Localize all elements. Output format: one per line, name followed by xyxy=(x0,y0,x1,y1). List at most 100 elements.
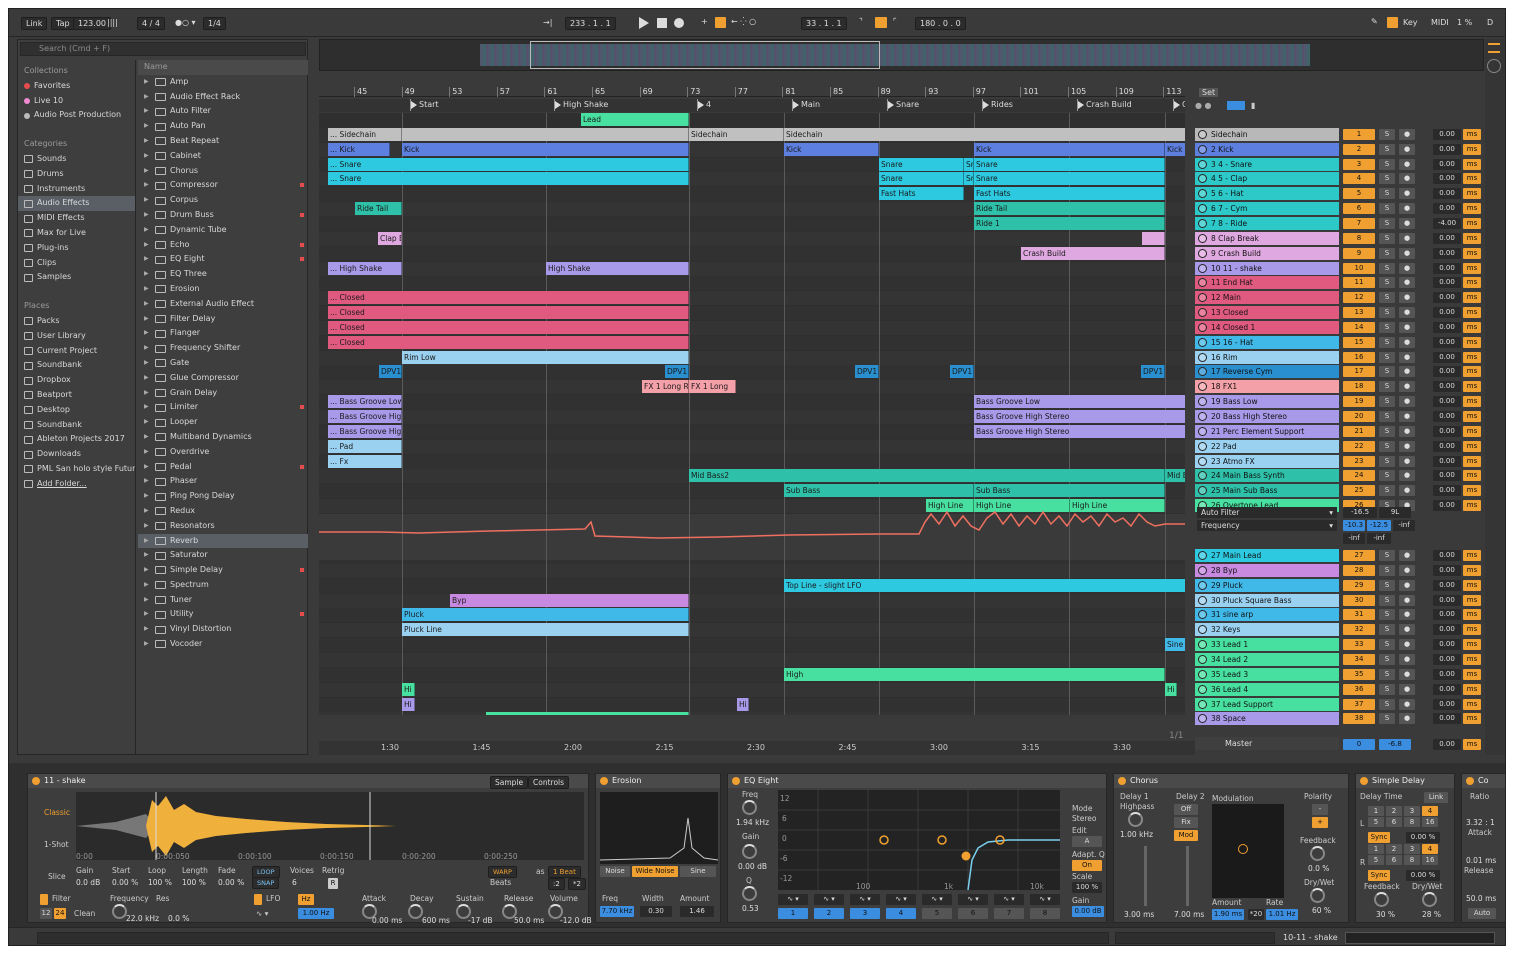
track-header[interactable]: 20 Bass High Stereo xyxy=(1195,410,1339,423)
sidebar-place-item[interactable]: Packs xyxy=(18,314,135,329)
arm-button[interactable]: ● xyxy=(1399,351,1415,363)
expand-icon[interactable]: ▶ xyxy=(144,252,151,267)
ms-button[interactable]: ms xyxy=(1463,188,1481,200)
track-volume[interactable]: 0.00 xyxy=(1433,455,1461,467)
lfo-rate[interactable]: 1.00 Hz xyxy=(298,908,334,919)
track-lane[interactable] xyxy=(319,454,1195,469)
expand-icon[interactable]: ▶ xyxy=(144,119,151,134)
arm-button[interactable]: ● xyxy=(1399,594,1415,606)
sidebar-category-item[interactable]: Drums xyxy=(18,167,135,182)
clip[interactable]: Sub Bass xyxy=(784,484,974,498)
modulation-xy[interactable] xyxy=(1212,804,1284,898)
track-activator[interactable]: 3 xyxy=(1343,158,1375,170)
solo-button[interactable]: S xyxy=(1379,366,1395,378)
track-lane[interactable] xyxy=(319,365,1195,380)
track-volume[interactable]: 0.00 xyxy=(1433,594,1461,606)
track-fold-icon[interactable] xyxy=(1198,565,1207,575)
arm-button[interactable]: ● xyxy=(1399,639,1415,651)
track-volume[interactable]: 0.00 xyxy=(1433,351,1461,363)
arm-button[interactable]: ● xyxy=(1399,128,1415,140)
solo-button[interactable]: S xyxy=(1379,247,1395,259)
delay-link[interactable]: Link xyxy=(1424,792,1448,803)
play-icon[interactable] xyxy=(639,17,649,29)
arm-button[interactable]: ● xyxy=(1399,262,1415,274)
menu-icon[interactable] xyxy=(1488,43,1500,53)
ms-button[interactable]: ms xyxy=(1463,307,1481,319)
eq-band-shape[interactable]: ∿ ▾ xyxy=(1030,894,1060,905)
track-activator[interactable]: 10 xyxy=(1343,262,1375,274)
ms-button[interactable]: ms xyxy=(1463,292,1481,304)
arm-button[interactable]: ● xyxy=(1399,455,1415,467)
clip[interactable]: Ride 1 xyxy=(974,216,1165,230)
highpass-knob[interactable] xyxy=(1128,812,1143,827)
delay-beat-button[interactable]: 1 xyxy=(1368,806,1384,816)
track-volume[interactable]: 0.00 xyxy=(1433,232,1461,244)
delay-sync-l[interactable]: Sync xyxy=(1368,832,1390,843)
sidebar-place-item[interactable]: PML San holo style Future xyxy=(18,462,135,477)
ms-button[interactable]: ms xyxy=(1463,639,1481,651)
track-fold-icon[interactable] xyxy=(1198,218,1207,228)
track-fold-icon[interactable] xyxy=(1198,412,1207,421)
expand-icon[interactable]: ▶ xyxy=(144,430,151,445)
arm-button[interactable]: ● xyxy=(1399,411,1415,422)
browser-item[interactable]: ▶ Cabinet xyxy=(138,149,308,164)
ms-button[interactable]: ms xyxy=(1463,203,1481,215)
loop-length-field[interactable]: 180 . 0 . 0 xyxy=(915,17,966,30)
ms-button[interactable]: ms xyxy=(1463,277,1481,289)
track-lane[interactable] xyxy=(319,439,1195,454)
solo-button[interactable]: S xyxy=(1379,698,1395,710)
track-activator[interactable]: 12 xyxy=(1343,292,1375,304)
browser-item[interactable]: ▶ External Audio Effect xyxy=(138,297,308,312)
eq-graph[interactable] xyxy=(778,790,1060,891)
browser-item[interactable]: ▶ Reverb xyxy=(138,533,308,549)
clip[interactable]: Pluck Line xyxy=(402,623,689,637)
chorus-drywet-knob[interactable] xyxy=(1310,888,1325,903)
ms-button[interactable]: ms xyxy=(1463,594,1481,606)
track-fold-icon[interactable] xyxy=(1198,263,1207,273)
browser-item[interactable]: ▶ Amp xyxy=(138,75,308,90)
delay-sync-r[interactable]: Sync xyxy=(1368,870,1390,881)
sidebar-place-item[interactable]: Soundbank xyxy=(18,358,135,373)
track-lane[interactable] xyxy=(319,563,1195,578)
solo-button[interactable]: S xyxy=(1379,173,1395,185)
clip[interactable]: Ride Tail xyxy=(355,202,402,216)
track-header[interactable]: 37 Lead Support xyxy=(1195,697,1339,711)
track-volume[interactable]: 0.00 xyxy=(1433,321,1461,333)
clip[interactable]: Hi xyxy=(737,697,749,711)
eq-band-toggle[interactable]: 7 xyxy=(994,908,1024,919)
solo-button[interactable]: S xyxy=(1379,128,1395,140)
clip[interactable]: Hi xyxy=(402,697,415,711)
sidebar-category-item[interactable]: MIDI Effects xyxy=(18,211,135,226)
locator[interactable]: Crash Build xyxy=(1077,99,1132,111)
solo-button[interactable]: S xyxy=(1379,683,1395,695)
track-fold-icon[interactable] xyxy=(1198,278,1207,288)
erosion-display[interactable] xyxy=(599,792,719,864)
arm-button[interactable]: ● xyxy=(1399,277,1415,289)
beats-mode[interactable]: Beats xyxy=(490,878,511,887)
clip[interactable]: ... Pad xyxy=(328,439,402,453)
browser-item[interactable]: ▶ Redux xyxy=(138,504,308,519)
clip[interactable]: Rim Low xyxy=(402,350,689,364)
release-value[interactable]: 50.0 ms xyxy=(514,916,544,925)
solo-button[interactable]: S xyxy=(1379,321,1395,333)
browser-item[interactable]: ▶ Filter Delay xyxy=(138,312,308,327)
arm-button[interactable]: ● xyxy=(1399,668,1415,680)
track-fold-icon[interactable] xyxy=(1198,174,1207,184)
sidebar-place-item[interactable]: Dropbox xyxy=(18,373,135,388)
expand-icon[interactable]: ▶ xyxy=(144,326,151,341)
erosion-title[interactable]: Erosion xyxy=(596,774,720,788)
solo-button[interactable]: S xyxy=(1379,336,1395,348)
delay-drywet-value[interactable]: 28 % xyxy=(1422,910,1441,919)
track-header[interactable]: 31 sine arp xyxy=(1195,608,1339,622)
sidebar-category-item[interactable]: Samples xyxy=(18,270,135,285)
mode-classic[interactable]: Classic xyxy=(44,808,70,817)
ms-button[interactable]: ms xyxy=(1463,564,1481,576)
arm-button[interactable]: ● xyxy=(1399,440,1415,452)
track-header[interactable]: 35 Lead 3 xyxy=(1195,667,1339,681)
track-fold-icon[interactable] xyxy=(1198,699,1207,709)
clip[interactable]: FX 1 Long Re xyxy=(642,380,689,394)
sidebar-place-item[interactable]: Current Project xyxy=(18,344,135,359)
sample-tab[interactable]: Sample xyxy=(490,776,529,789)
eq-mode-value[interactable]: Stereo xyxy=(1072,814,1096,823)
gain-value[interactable]: 0.0 dB xyxy=(76,878,100,887)
